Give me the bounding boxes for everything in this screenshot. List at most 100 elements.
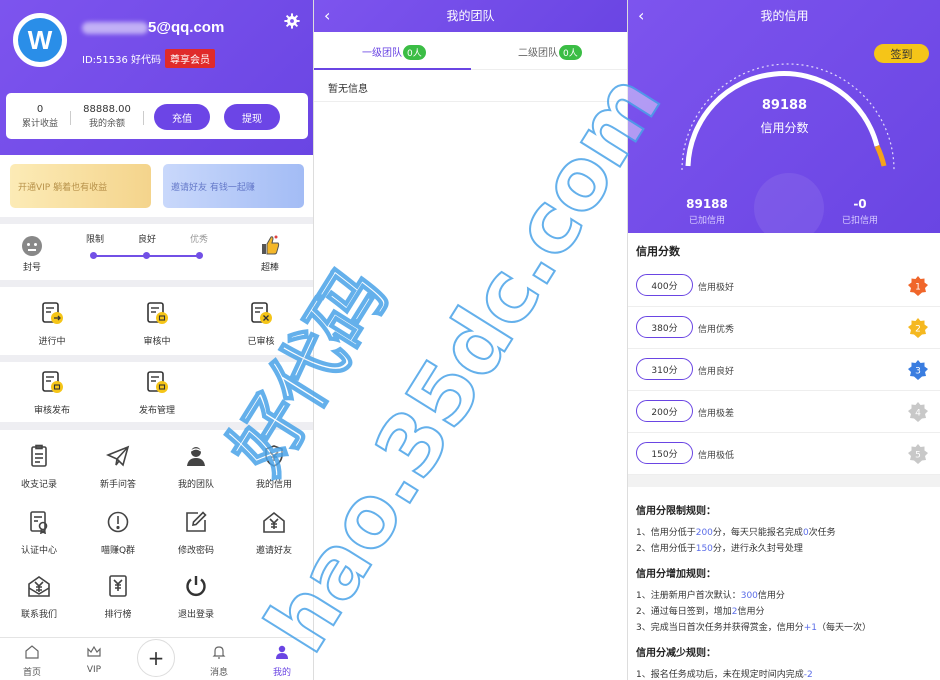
score-pill: 310分 [636,358,693,380]
earnings-stat: 0 累计收益 [21,104,58,129]
clipboard-icon [31,444,47,467]
menu-certification[interactable]: 认证中心 [9,510,69,556]
power-icon [186,576,206,597]
deducted-credit-value: -0 [853,197,867,211]
task-reviewing[interactable]: 审核中 [127,301,187,347]
section-divider [628,475,940,487]
certificate-icon [30,511,48,535]
level-desc: 信用良好 [698,367,735,377]
tab-home[interactable]: 首页 [12,644,52,678]
level-right-label: 超棒 [260,263,279,273]
vip-banner[interactable]: 开通VIP 躺着也有收益 [10,164,151,208]
credit-level-row: 310分 信用良好 3 [628,349,940,391]
menu-logout[interactable]: 退出登录 [166,574,226,620]
empty-row: 暂无信息 [314,70,627,102]
menu-my-team[interactable]: 我的团队 [166,444,226,490]
tab-messages[interactable]: 消息 [199,644,239,678]
rule-line: 1、注册新用户首次默认：300信用分 [636,591,785,601]
recharge-button[interactable]: 充值 [154,104,210,130]
svg-text:5: 5 [915,451,921,461]
back-chevron-icon[interactable]: ‹ [638,0,644,32]
publish-manage[interactable]: 发布管理 [127,370,187,416]
yen-envelope-icon [28,576,50,597]
menu-contact-us[interactable]: 联系我们 [9,574,69,620]
vip-badge: 尊享会员 [165,49,216,68]
credit-level-row: 400分 信用极好 1 [628,265,940,307]
deducted-credit-label: 已扣信用 [841,216,878,226]
tab-vip[interactable]: VIP [74,644,114,675]
count-badge: 0人 [559,45,582,60]
team-screen: ‹ 我的团队 一级团队 0人 二级团队 0人 暂无信息 [313,0,627,680]
avatar-logo: W [18,18,62,62]
medal-icon: 3 [908,360,928,380]
task-reviewed[interactable]: 已审核 [231,301,291,347]
task-status-section: 进行中 审核中 已审核 [0,287,313,355]
exclamation-icon [107,511,129,533]
credit-header: ‹ 我的信用 签到 89188 信用分数 89188 已加信用 -0 已扣信用 [628,0,940,233]
balance-stat: 88888.00 我的余额 [83,104,131,129]
level-dot [196,252,203,259]
medal-icon: 2 [908,318,928,338]
home-icon [25,645,39,659]
medal-icon: 5 [908,444,928,464]
publish-section: 审核发布 发布管理 [0,362,313,422]
score-pill: 150分 [636,442,693,464]
level-dot [143,252,150,259]
team-icon [187,447,205,466]
gear-icon[interactable] [284,13,300,29]
count-badge: 0人 [403,45,426,60]
menu-leaderboard[interactable]: 排行榜 [88,574,148,620]
score-pill: 380分 [636,316,693,338]
empty-message: 暂无信息 [328,84,368,95]
bell-icon [212,646,226,659]
shield-icon [265,445,283,467]
rule-line: 3、完成当日首次任务并获得赏金，信用分+1（每天一次） [636,623,872,633]
menu-change-password[interactable]: 修改密码 [166,510,226,556]
credit-level-row: 150分 信用极低 5 [628,433,940,475]
divider [70,111,71,125]
menu-grid: 收支记录 新手问答 我的团队 我的信用 认证中心 喵赚Q群 修改密码 邀请好友 … [0,430,313,637]
tab-mine[interactable]: 我的 [262,644,302,678]
menu-my-credit[interactable]: 我的信用 [244,444,304,490]
person-icon [276,645,288,659]
team-tabs: 一级团队 0人 二级团队 0人 [314,32,627,70]
svg-text:4: 4 [915,409,921,419]
task-in-progress[interactable]: 进行中 [22,301,82,347]
menu-invite-friends[interactable]: 邀请好友 [244,510,304,556]
rule-limit-title: 信用分限制规则： [636,506,716,517]
withdraw-button[interactable]: 提现 [224,104,280,130]
sad-face-icon [22,236,42,256]
back-chevron-icon[interactable]: ‹ [324,0,330,32]
level-dot [90,252,97,259]
stats-card: 0 累计收益 88888.00 我的余额 充值 提现 [6,93,308,139]
svg-text:3: 3 [915,367,921,377]
credit-navbar: ‹ 我的信用 [628,0,940,32]
level-step-label: 优秀 [190,235,209,245]
publish-review[interactable]: 审核发布 [22,370,82,416]
page-title: 我的信用 [760,9,809,23]
menu-qq-group[interactable]: 喵赚Q群 [88,510,148,556]
tab-level2-team[interactable]: 二级团队 0人 [518,44,582,60]
level-desc: 信用极低 [698,451,735,461]
level-left-label: 封号 [22,263,41,273]
email-blur [82,22,148,35]
publish-plus-button[interactable]: + [137,639,175,677]
avatar[interactable]: W [13,13,67,67]
crown-icon [87,645,101,657]
paper-plane-icon [105,445,130,467]
credit-level-section[interactable]: 封号 限制 良好 优秀 超棒 [0,224,313,280]
added-credit-label: 已加信用 [688,216,725,226]
score-pill: 200分 [636,400,693,422]
team-navbar: ‹ 我的团队 [314,0,627,32]
menu-income-records[interactable]: 收支记录 [9,444,69,490]
user-email: 5@qq.com [82,19,224,36]
yen-download-icon [263,511,285,533]
tab-level1-team[interactable]: 一级团队 0人 [362,44,426,60]
publish-review-icon [42,371,63,393]
profile-header: W 5@qq.com ID:51536 好代码 尊享会员 0 累计收益 88888… [0,0,313,155]
credit-score-value: 89188 [761,98,808,113]
menu-faq[interactable]: 新手问答 [88,444,148,490]
level-desc: 信用优秀 [698,325,735,335]
invite-banner[interactable]: 邀请好友 有钱一起赚 [163,164,304,208]
yen-box-icon [109,575,127,597]
